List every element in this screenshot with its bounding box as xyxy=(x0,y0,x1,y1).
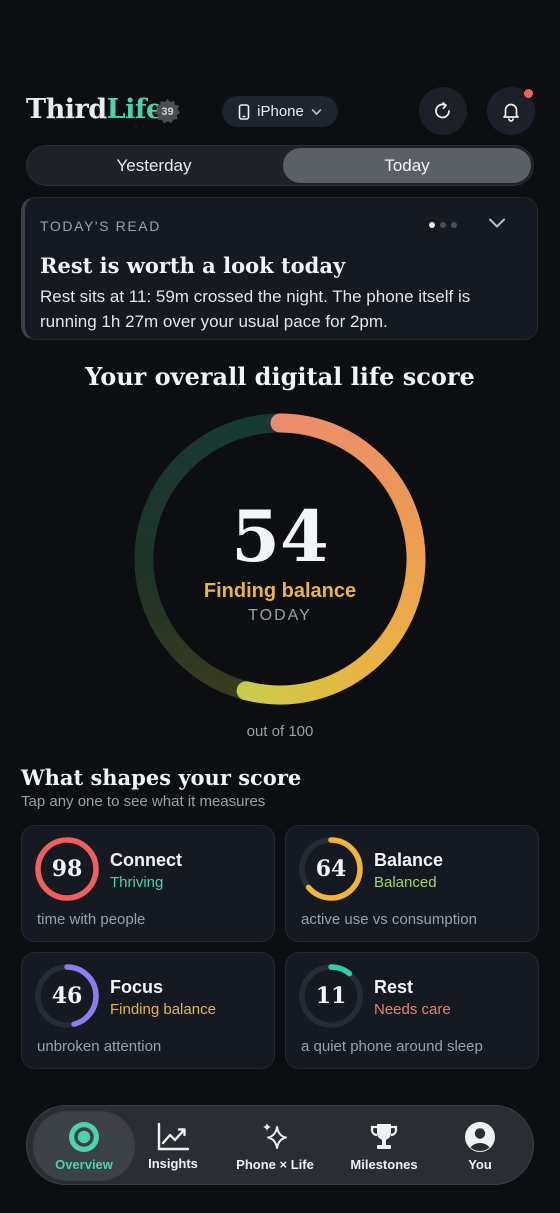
nav-you[interactable]: You xyxy=(430,1111,530,1181)
score-period: TODAY xyxy=(248,607,312,624)
app-header: ThirdLife 39 iPhone xyxy=(0,84,560,136)
notifications-button[interactable] xyxy=(487,87,535,135)
bell-icon xyxy=(503,103,519,122)
factor-card-focus[interactable]: 46 Focus Finding balance unbroken attent… xyxy=(21,952,275,1069)
factor-name: Focus xyxy=(110,977,164,997)
nav-label: Milestones xyxy=(350,1156,418,1172)
phone-icon xyxy=(238,103,250,120)
nav-milestones[interactable]: Milestones xyxy=(334,1111,434,1181)
nav-overview[interactable]: Overview xyxy=(33,1111,135,1181)
factor-description: time with people xyxy=(37,911,146,928)
factor-status: Balanced xyxy=(374,874,437,891)
refresh-button[interactable] xyxy=(419,87,467,135)
gauge-progress-segment xyxy=(236,652,379,705)
score-value: 54 xyxy=(231,495,329,578)
factor-value: 11 xyxy=(315,983,347,1009)
score-status: Finding balance xyxy=(203,580,357,602)
score-out-of: out of 100 xyxy=(246,723,314,740)
todays-read-card[interactable]: TODAY'S READ Rest is worth a look today … xyxy=(21,197,538,340)
factor-description: active use vs consumption xyxy=(301,911,477,928)
nav-label: You xyxy=(468,1156,492,1172)
nav-label: Insights xyxy=(148,1155,198,1171)
factor-status: Finding balance xyxy=(110,1001,216,1018)
brand-logo: ThirdLife xyxy=(26,94,163,125)
factor-card-rest[interactable]: 11 Rest Needs care a quiet phone around … xyxy=(285,952,539,1069)
notification-dot xyxy=(524,89,533,98)
factor-value: 46 xyxy=(51,983,83,1009)
factors-heading: What shapes your score xyxy=(21,765,302,790)
factors-subtitle: Tap any one to see what it measures xyxy=(21,793,266,810)
factor-description: a quiet phone around sleep xyxy=(301,1038,483,1055)
sparkles-icon xyxy=(263,1122,287,1149)
trophy-icon xyxy=(370,1123,398,1149)
page-indicator[interactable] xyxy=(429,222,457,228)
page-dot xyxy=(440,222,446,228)
factor-card-balance[interactable]: 64 Balance Balanced active use vs consum… xyxy=(285,825,539,942)
factor-status: Needs care xyxy=(374,1001,451,1018)
factor-name: Rest xyxy=(374,977,414,997)
factor-name: Connect xyxy=(110,850,182,870)
bottom-nav: Overview Insights Phone × Life Milestone… xyxy=(26,1105,534,1185)
factor-value: 64 xyxy=(315,856,347,882)
factor-name: Balance xyxy=(374,850,444,870)
tab-yesterday[interactable]: Yesterday xyxy=(29,148,279,183)
score-heading: Your overall digital life score xyxy=(85,362,475,391)
factor-value: 98 xyxy=(51,856,83,882)
nav-insights[interactable]: Insights xyxy=(123,1111,223,1181)
nav-phone-life[interactable]: Phone × Life xyxy=(225,1111,325,1181)
tab-today[interactable]: Today xyxy=(283,148,531,183)
read-title: Rest is worth a look today xyxy=(40,253,346,278)
insights-chart-icon xyxy=(157,1122,190,1150)
chevron-down-icon xyxy=(311,108,322,115)
factor-status: Thriving xyxy=(110,874,164,891)
nav-label: Overview xyxy=(55,1156,113,1172)
profile-icon xyxy=(465,1121,495,1152)
overview-icon xyxy=(69,1121,99,1152)
page-dot xyxy=(429,222,435,228)
factor-description: unbroken attention xyxy=(37,1038,162,1055)
refresh-icon xyxy=(435,102,450,119)
read-kicker: TODAY'S READ xyxy=(40,218,161,234)
day-toggle: Yesterday Today xyxy=(26,145,534,186)
page-dot xyxy=(451,222,457,228)
chevron-down-icon[interactable] xyxy=(487,216,507,230)
read-body: Rest sits at 11: 59m crossed the night. … xyxy=(40,287,471,331)
device-label: iPhone xyxy=(257,103,304,120)
factor-card-connect[interactable]: 98 Connect Thriving time with people xyxy=(21,825,275,942)
nav-label: Phone × Life xyxy=(236,1156,314,1172)
device-selector[interactable]: iPhone xyxy=(222,96,338,127)
